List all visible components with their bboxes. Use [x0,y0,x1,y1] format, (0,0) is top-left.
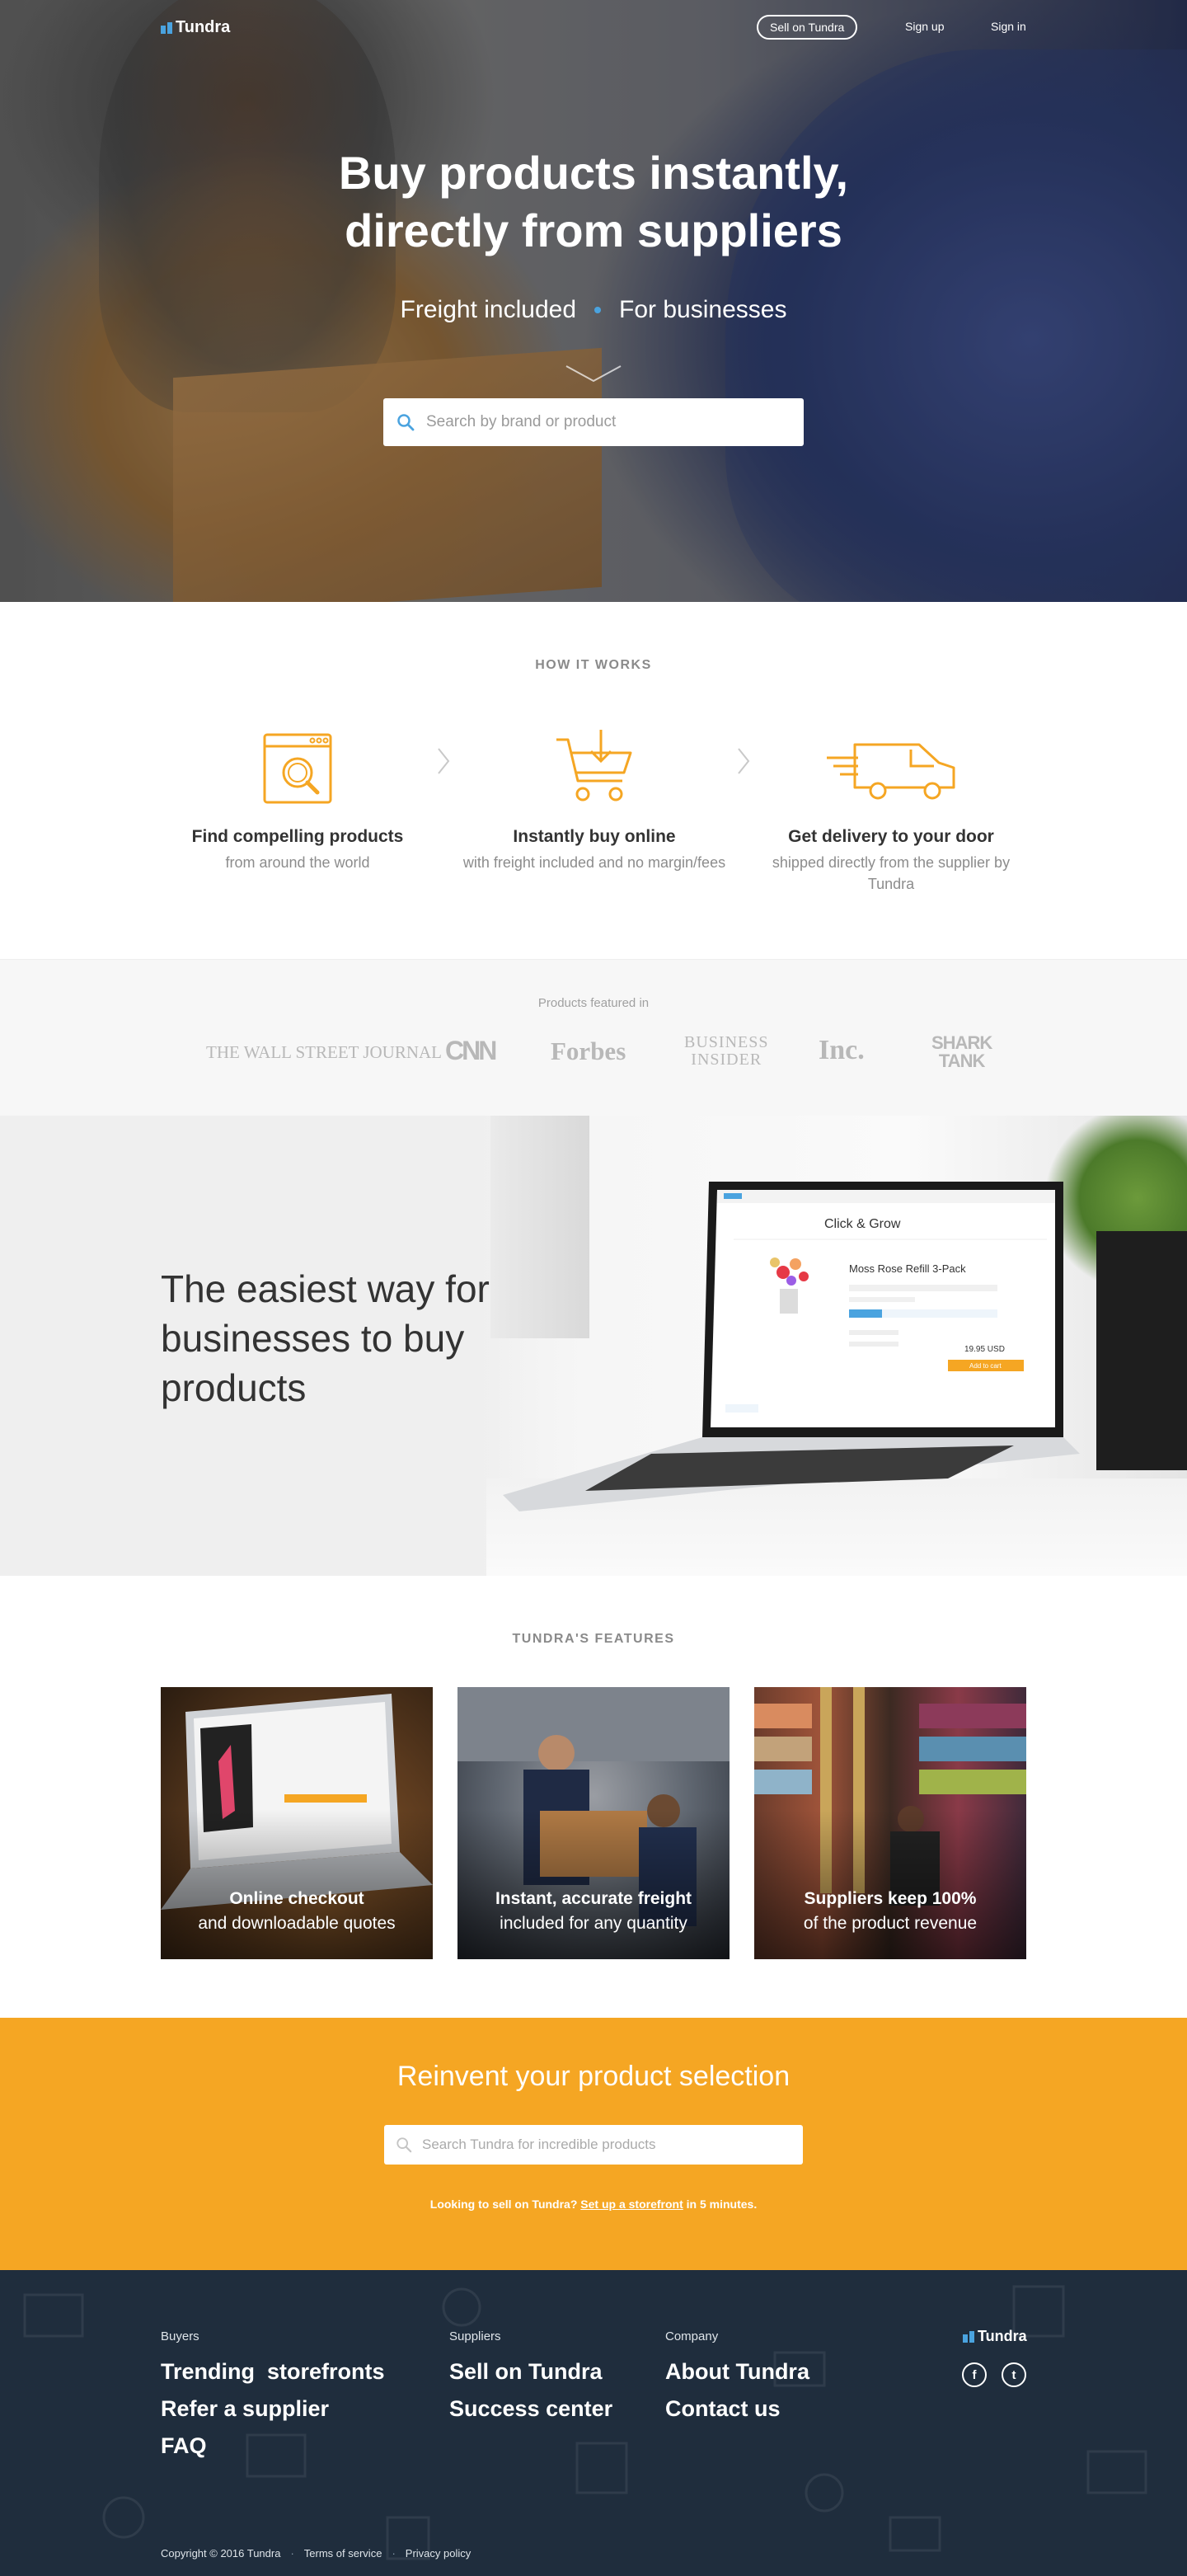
terms-link[interactable]: Terms of service [304,2547,382,2560]
step-title: Instantly buy online [513,827,676,846]
feature-card-subtitle: and downloadable quotes [198,1914,396,1933]
screen-product-name: Moss Rose Refill 3-Pack [849,1262,966,1275]
cta-search-input[interactable] [422,2136,785,2153]
features-section: TUNDRA'S FEATURES Online checkout and do… [0,1576,1187,2018]
cart-download-icon [556,730,632,801]
easiest-way-headline: The easiest way for businesses to buy pr… [161,1267,490,1409]
hero-subtitle: Freight included For businesses [0,296,1187,324]
hero-content: Buy products instantly, directly from su… [0,144,1187,324]
footer: Buyers Trending storefronts Refer a supp… [0,2270,1187,2576]
footer-buyers-column: Buyers Trending storefronts Refer a supp… [161,2329,385,2465]
contact-us-link[interactable]: Contact us [665,2390,809,2428]
easiest-way-section: The easiest way for businesses to buy pr… [0,1116,1187,1576]
footer-heading: Company [665,2329,719,2343]
trending-storefronts-link[interactable]: Trending storefronts [161,2353,385,2390]
search-icon [396,2137,412,2153]
cta-heading: Reinvent your product selection [396,2061,791,2092]
feature-card-subtitle: of the product revenue [803,1914,978,1933]
bullet-dot-icon [594,307,602,313]
step-delivery: Get delivery to your door shipped direct… [759,722,1023,895]
cta-search-bar [384,2125,803,2165]
press-heading: Products featured in [537,996,650,1010]
step-title: Get delivery to your door [788,827,994,846]
setup-storefront-link[interactable]: Set up a storefront [580,2198,683,2211]
cta-sell-note: Looking to sell on Tundra? Set up a stor… [429,2198,758,2211]
laptop-image: Click & Grow Moss Rose Refill 3-Pack 19.… [503,1182,1080,1511]
hero-search-bar [383,398,804,446]
plant-pot-image [1096,1231,1187,1470]
hero-section: Tundra Sell on Tundra Sign up Sign in Bu… [0,0,1187,602]
footer-company-column: Company About Tundra Contact us [665,2329,809,2428]
chevron-right-icon [738,748,750,774]
footer-suppliers-column: Suppliers Sell on Tundra Success center [449,2329,612,2428]
logo-text: Tundra [176,18,231,36]
screen-shop-title: Click & Grow [824,1217,901,1231]
hero-title: Buy products instantly, directly from su… [0,144,1187,260]
press-section: Products featured in THE WALL STREET JOU… [0,959,1187,1116]
search-icon [397,414,415,431]
browser-search-icon [263,733,332,804]
sell-on-tundra-link[interactable]: Sell on Tundra [449,2353,612,2390]
business-insider-logo: BUSINESS INSIDER [684,1033,769,1069]
hero-sub-freight: Freight included [400,296,577,323]
cnn-logo: CNN [445,1036,497,1065]
feature-card-subtitle: included for any quantity [500,1914,687,1933]
features-heading: TUNDRA'S FEATURES [512,1632,675,1646]
hero-sub-businesses: For businesses [619,296,787,323]
footer-heading: Buyers [161,2329,199,2343]
cta-section: Reinvent your product selection Looking … [0,2018,1187,2270]
sign-in-link[interactable]: Sign in [991,20,1026,33]
inc-logo: Inc. [819,1035,865,1065]
hero-search-input[interactable] [426,413,781,431]
feature-card-title: Instant, accurate freight [495,1889,692,1908]
copyright-text: Copyright © 2016 Tundra [161,2547,281,2560]
footer-logo[interactable]: Tundra [963,2328,1027,2345]
refer-supplier-link[interactable]: Refer a supplier [161,2390,385,2428]
tundra-logo[interactable]: Tundra [161,18,230,37]
twitter-icon[interactable]: t [1002,2362,1026,2387]
shark-tank-logo: SHARK TANK [931,1032,992,1071]
screen-add-to-cart: Add to cart [969,1362,1002,1370]
footer-heading: Suppliers [449,2329,501,2343]
about-tundra-link[interactable]: About Tundra [665,2353,809,2390]
step-description: with freight included and no margin/fees [462,854,726,871]
sign-up-link[interactable]: Sign up [905,20,944,33]
forbes-logo: Forbes [551,1037,626,1065]
feature-card-title: Suppliers keep 100% [804,1889,977,1908]
delivery-truck-icon [827,743,955,800]
hero-title-line-2: directly from suppliers [345,204,842,256]
feature-card-title: Online checkout [229,1889,364,1908]
top-navigation: Tundra Sell on Tundra Sign up Sign in [0,0,1187,54]
tundra-logo-icon [963,2330,974,2343]
how-it-works-section: HOW IT WORKS Find compelling products fr… [0,602,1187,959]
feature-card-revenue[interactable]: Suppliers keep 100% of the product reven… [754,1687,1026,1959]
footer-legal: Copyright © 2016 Tundra · Terms of servi… [161,2547,472,2560]
screen-price: 19.95 USD [964,1345,1005,1354]
feature-card-freight[interactable]: Instant, accurate freight included for a… [457,1687,730,1959]
step-find-products: Find compelling products from around the… [166,722,429,873]
step-description: shipped directly from the supplier by Tu… [772,854,1011,892]
chevron-right-icon [438,748,450,774]
step-buy-online: Instantly buy online with freight includ… [462,722,726,873]
feature-card-checkout[interactable]: Online checkout and downloadable quotes [161,1687,433,1959]
step-description: from around the world [225,854,370,871]
hero-title-line-1: Buy products instantly, [338,147,849,199]
facebook-icon[interactable]: f [962,2362,987,2387]
step-title: Find compelling products [191,827,404,846]
sell-on-tundra-button[interactable]: Sell on Tundra [757,15,858,40]
privacy-link[interactable]: Privacy policy [406,2547,471,2560]
tundra-logo-icon [161,21,172,34]
faq-link[interactable]: FAQ [161,2428,385,2465]
chevron-down-icon [565,365,622,383]
wsj-logo: THE WALL STREET JOURNAL [206,1042,443,1062]
how-it-works-heading: HOW IT WORKS [535,658,652,672]
success-center-link[interactable]: Success center [449,2390,612,2428]
